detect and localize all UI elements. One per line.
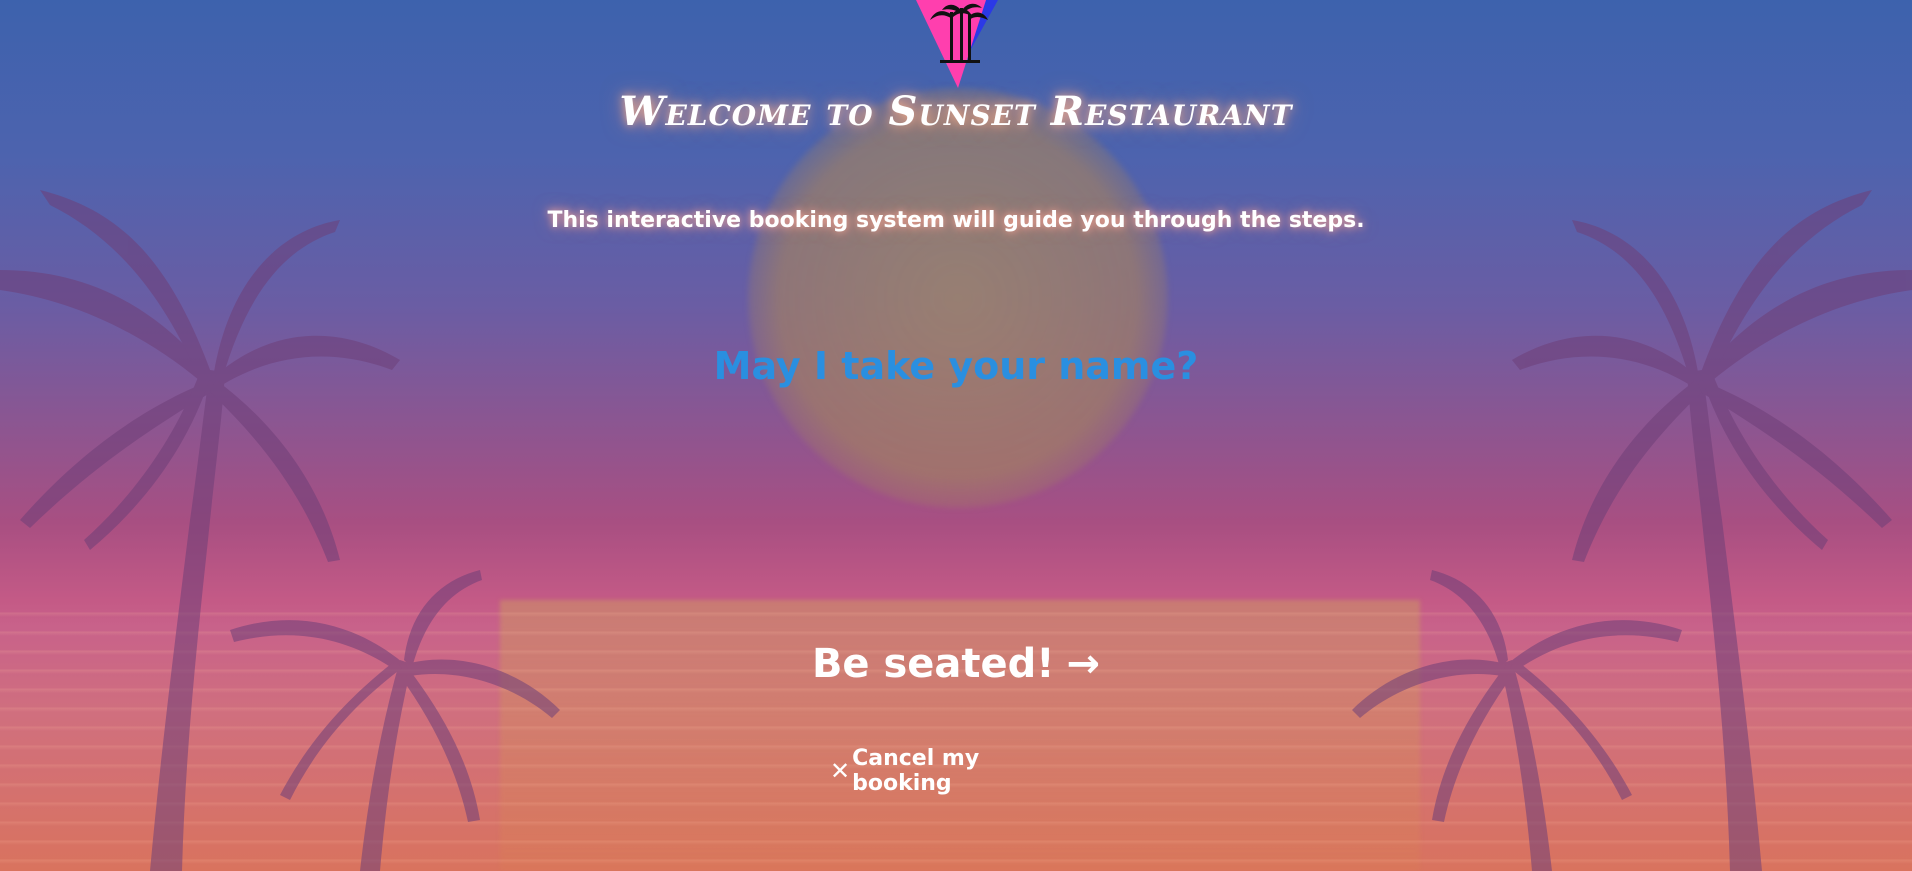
cancel-booking-link[interactable]: ✕ Cancel my booking bbox=[830, 746, 1082, 796]
palm-triangle-logo-icon bbox=[916, 0, 998, 88]
be-seated-button[interactable]: Be seated! → bbox=[806, 636, 1106, 692]
close-icon: ✕ bbox=[830, 757, 851, 785]
page-subtitle: This interactive booking system will gui… bbox=[547, 208, 1365, 233]
name-input[interactable] bbox=[656, 336, 1256, 396]
arrow-right-icon: → bbox=[1066, 641, 1101, 687]
cancel-booking-label: Cancel my booking bbox=[852, 746, 980, 796]
page-title: Welcome to Sunset Restaurant bbox=[619, 88, 1293, 135]
be-seated-label: Be seated! bbox=[811, 641, 1055, 687]
booking-screen: Welcome to Sunset Restaurant This intera… bbox=[0, 0, 1912, 871]
